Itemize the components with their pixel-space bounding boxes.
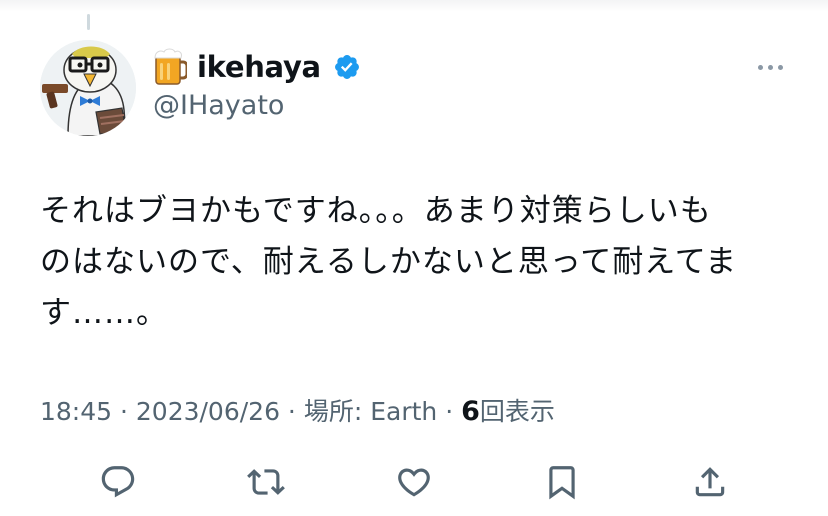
more-dot-icon (767, 64, 773, 70)
like-button[interactable] (390, 458, 438, 506)
meta-separator: · (279, 397, 304, 426)
share-icon (695, 467, 725, 497)
tweet-time[interactable]: 18:45 (40, 397, 112, 426)
reply-icon (101, 466, 135, 498)
tweet-text: それはブヨかもですね。。。あまり対策らしいも のはないので、耐えるしかないと思っ… (40, 193, 738, 331)
meta-separator: · (437, 397, 462, 426)
display-name: ikehaya (197, 50, 321, 84)
tweet-location[interactable]: 場所: Earth (304, 392, 437, 428)
meta-separator: · (112, 397, 136, 426)
retweet-button[interactable] (242, 458, 290, 506)
tweet-metadata: 18:45 · 2023/06/26 · 場所: Earth · 6 回表示 (40, 392, 555, 428)
previous-tweet-edge (0, 0, 828, 12)
avatar-bird-illustration (40, 40, 136, 136)
verified-badge-icon (334, 55, 359, 79)
display-name-row[interactable]: ikehaya (153, 47, 361, 87)
like-icon (398, 468, 430, 497)
more-dot-icon (777, 64, 783, 70)
reply-button[interactable] (94, 458, 142, 506)
tweet-date[interactable]: 2023/06/26 (136, 397, 280, 426)
more-dot-icon (757, 64, 763, 70)
more-options-button[interactable] (752, 55, 788, 79)
view-count: 6 (461, 396, 480, 427)
view-label: 回表示 (479, 397, 555, 426)
thread-connector-line (87, 14, 90, 30)
bookmark-icon (549, 466, 575, 500)
beer-mug-icon (154, 48, 187, 85)
action-bar (94, 458, 734, 506)
avatar[interactable] (40, 40, 136, 136)
bookmark-button[interactable] (538, 458, 586, 506)
retweet-icon (247, 469, 285, 495)
user-handle[interactable]: @IHayato (153, 90, 284, 121)
share-button[interactable] (686, 458, 734, 506)
